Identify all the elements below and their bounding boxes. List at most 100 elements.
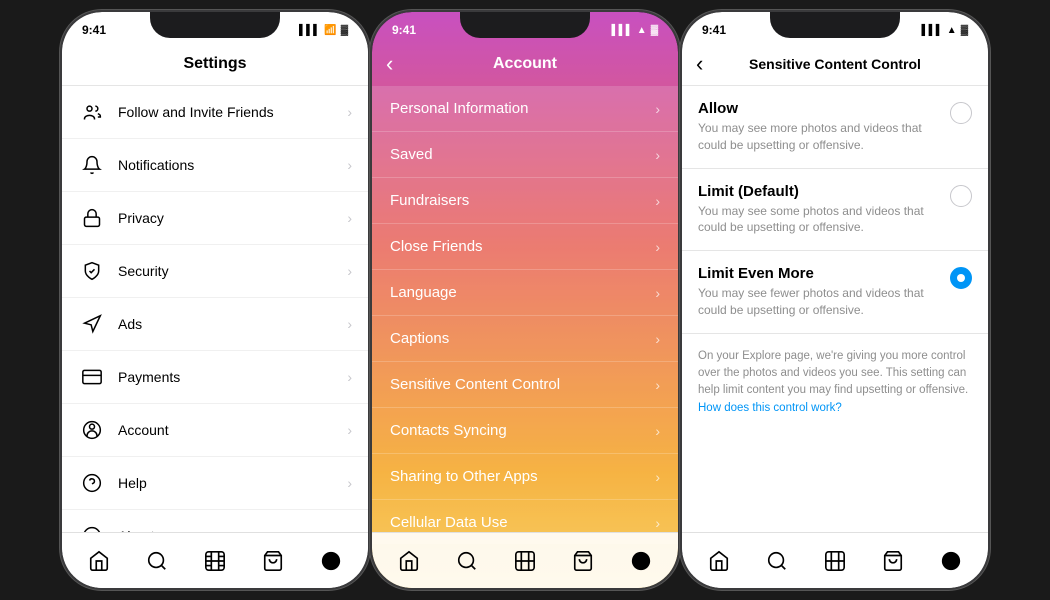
personal-info-item[interactable]: Personal Information › [372,86,678,132]
nav-bar-1: Settings [62,42,368,86]
chevron-icon: › [655,423,660,439]
signal-icon: ▌▌▌ [922,25,943,36]
phone-2: 9:41 ▌▌▌ ▲ ▓ ‹ Account Personal Informat… [370,10,680,590]
scc-info-text: On your Explore page, we're giving you m… [698,350,968,397]
nav-bar-3: ‹ Sensitive Content Control [682,42,988,86]
phone-3: 9:41 ▌▌▌ ▲ ▓ ‹ Sensitive Content Control… [680,10,990,590]
search-tab[interactable] [137,541,177,581]
allow-option[interactable]: Allow You may see more photos and videos… [682,86,988,169]
language-item[interactable]: Language › [372,270,678,316]
chevron-icon: › [347,316,352,332]
notifications-label: Notifications [118,157,347,173]
chevron-icon: › [347,422,352,438]
signal-icon: ▌▌▌ [299,25,320,36]
profile-tab-3[interactable] [931,541,971,581]
back-button-2[interactable]: ‹ [386,53,393,75]
limit-more-radio[interactable] [950,267,972,289]
status-time-2: 9:41 [392,23,416,37]
language-label: Language [390,284,655,301]
saved-label: Saved [390,146,655,163]
help-circle-icon [78,469,106,497]
bottom-nav-2 [372,532,678,588]
wifi-icon: ▲ [947,25,957,36]
status-icons-3: ▌▌▌ ▲ ▓ [922,25,968,36]
help-label: Help [118,475,347,491]
sharing-other-apps-label: Sharing to Other Apps [390,468,655,485]
search-tab-3[interactable] [757,541,797,581]
limit-option-text: Limit (Default) You may see some photos … [698,183,938,237]
follow-invite-item[interactable]: Follow and Invite Friends › [62,86,368,139]
chevron-icon: › [655,377,660,393]
follow-invite-label: Follow and Invite Friends [118,104,347,120]
fundraisers-item[interactable]: Fundraisers › [372,178,678,224]
reels-tab-2[interactable] [505,541,545,581]
ads-item[interactable]: Ads › [62,298,368,351]
sensitive-content-item[interactable]: Sensitive Content Control › [372,362,678,408]
saved-item[interactable]: Saved › [372,132,678,178]
chevron-icon: › [655,193,660,209]
wifi-icon: ▲ [637,25,647,36]
home-tab-2[interactable] [389,541,429,581]
fundraisers-label: Fundraisers [390,192,655,209]
chevron-icon: › [347,104,352,120]
limit-desc: You may see some photos and videos that … [698,203,938,237]
limit-more-option[interactable]: Limit Even More You may see fewer photos… [682,251,988,334]
personal-info-label: Personal Information [390,100,655,117]
chevron-icon: › [655,469,660,485]
help-item[interactable]: Help › [62,457,368,510]
payments-item[interactable]: Payments › [62,351,368,404]
limit-more-desc: You may see fewer photos and videos that… [698,285,938,319]
notifications-item[interactable]: Notifications › [62,139,368,192]
battery-icon: ▓ [341,25,348,36]
chevron-icon: › [655,101,660,117]
chevron-icon: › [347,157,352,173]
reels-tab-3[interactable] [815,541,855,581]
captions-item[interactable]: Captions › [372,316,678,362]
account-item[interactable]: Account › [62,404,368,457]
shop-tab-2[interactable] [563,541,603,581]
contacts-syncing-label: Contacts Syncing [390,422,655,439]
close-friends-item[interactable]: Close Friends › [372,224,678,270]
settings-title: Settings [183,55,246,73]
contacts-syncing-item[interactable]: Contacts Syncing › [372,408,678,454]
status-icons-2: ▌▌▌ ▲ ▓ [612,25,658,36]
signal-icon: ▌▌▌ [612,25,633,36]
account-title: Account [493,55,557,73]
chevron-icon: › [347,210,352,226]
sharing-other-apps-item[interactable]: Sharing to Other Apps › [372,454,678,500]
settings-list: Follow and Invite Friends › Notification… [62,86,368,544]
limit-option[interactable]: Limit (Default) You may see some photos … [682,169,988,252]
shop-tab-3[interactable] [873,541,913,581]
status-icons-1: ▌▌▌ 📶 ▓ [299,25,348,36]
allow-radio[interactable] [950,102,972,124]
privacy-label: Privacy [118,210,347,226]
chevron-icon: › [655,239,660,255]
chevron-icon: › [347,263,352,279]
privacy-item[interactable]: Privacy › [62,192,368,245]
reels-tab[interactable] [195,541,235,581]
person-add-icon [78,98,106,126]
bell-icon [78,151,106,179]
battery-icon: ▓ [961,25,968,36]
limit-more-option-text: Limit Even More You may see fewer photos… [698,265,938,319]
battery-icon: ▓ [651,25,658,36]
shop-tab[interactable] [253,541,293,581]
profile-tab-2[interactable] [621,541,661,581]
search-tab-2[interactable] [447,541,487,581]
nav-bar-2: ‹ Account [372,42,678,86]
scc-info-link[interactable]: How does this control work? [698,402,842,414]
bottom-nav-1 [62,532,368,588]
home-tab[interactable] [79,541,119,581]
account-label: Account [118,422,347,438]
back-button-3[interactable]: ‹ [696,53,703,75]
phone-1: 9:41 ▌▌▌ 📶 ▓ Settings [60,10,370,590]
profile-tab[interactable] [311,541,351,581]
limit-more-title: Limit Even More [698,265,938,282]
allow-desc: You may see more photos and videos that … [698,120,938,154]
megaphone-icon [78,310,106,338]
home-tab-3[interactable] [699,541,739,581]
status-time-3: 9:41 [702,23,726,37]
security-item[interactable]: Security › [62,245,368,298]
chevron-icon: › [655,285,660,301]
limit-radio[interactable] [950,185,972,207]
